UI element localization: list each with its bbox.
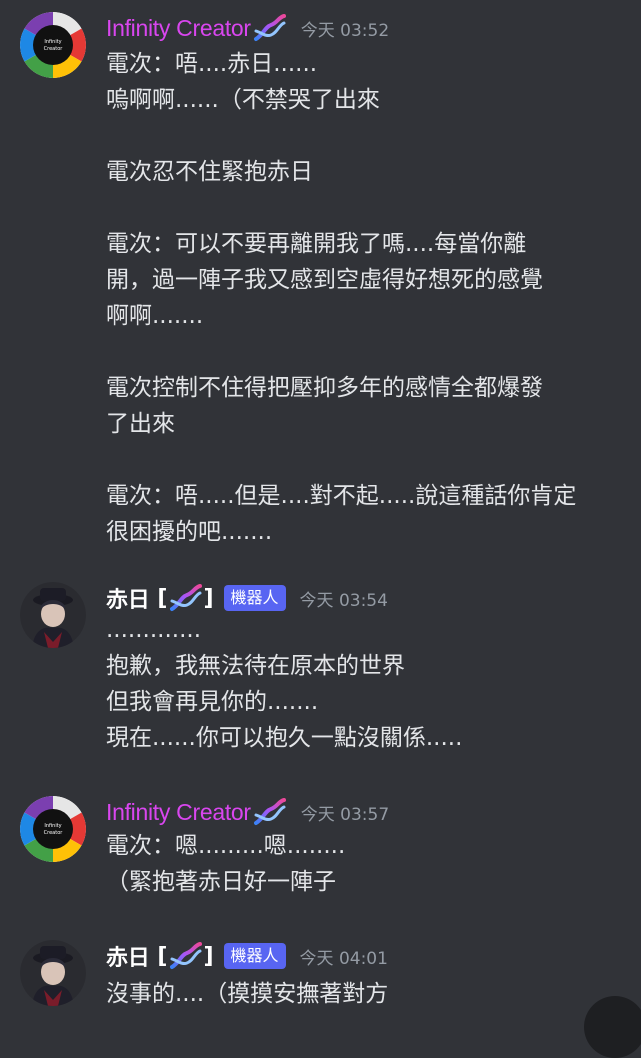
message-line: [106, 190, 626, 226]
message-line: [106, 334, 626, 370]
message-header: 赤日 [ ] 機器人 今天 04:01: [106, 940, 388, 972]
message-line: 現在......你可以抱久一點沒關係.....: [106, 725, 463, 751]
message-line: （緊抱著赤日好一陣子: [106, 869, 336, 895]
svg-text:Creator: Creator: [44, 46, 64, 52]
timestamp: 今天 03:57: [300, 804, 390, 825]
message-line: 但我會再見你的.......: [106, 689, 319, 715]
message-line: 電次控制不住得把壓抑多年的感情全都爆發: [106, 375, 543, 401]
dna-icon: [253, 14, 286, 41]
message-header: Infinity Creator 今天 03:57: [106, 796, 389, 828]
bracket-close: ]: [203, 585, 214, 611]
bot-tag: 機器人: [223, 943, 286, 969]
author-name[interactable]: Infinity Creator: [106, 799, 251, 826]
message-body: 沒事的....（摸摸安撫著對方: [106, 976, 626, 1012]
scroll-button[interactable]: [584, 996, 641, 1058]
author-name[interactable]: 赤日: [106, 940, 150, 972]
svg-text:Infinity: Infinity: [44, 823, 61, 829]
message-body: 電次：嗯.........嗯........ （緊抱著赤日好一陣子: [106, 828, 626, 900]
message-line: 開，過一陣子我又感到空虛得好想死的感覺: [106, 267, 543, 293]
character-avatar-icon: [20, 940, 86, 1006]
color-wheel-avatar-icon: Infinity Creator: [20, 796, 86, 862]
message-line: 抱歉，我無法待在原本的世界: [106, 653, 405, 679]
message-line: 電次：嗯.........嗯........: [106, 833, 346, 859]
character-avatar-icon: [20, 582, 86, 648]
author-name[interactable]: Infinity Creator: [106, 15, 251, 42]
bot-tag: 機器人: [223, 585, 286, 611]
message-line: [106, 118, 626, 154]
avatar[interactable]: [20, 940, 86, 1006]
message-line: [106, 442, 626, 478]
bracket-open: [: [157, 585, 168, 611]
avatar[interactable]: Infinity Creator: [20, 12, 86, 78]
timestamp: 今天 03:52: [300, 20, 390, 41]
timestamp: 今天 03:54: [299, 590, 388, 611]
message-line: 沒事的....（摸摸安撫著對方: [106, 981, 389, 1007]
message-line: 很困擾的吧.......: [106, 519, 273, 545]
avatar[interactable]: [20, 582, 86, 648]
message-body: 電次：唔....赤日...... 嗚啊啊......（不禁哭了出來 電次忍不住緊…: [106, 46, 626, 550]
message-line: 電次：唔....赤日......: [106, 51, 318, 77]
message-header: 赤日 [ ] 機器人 今天 03:54: [106, 582, 388, 614]
message-line: 電次：唔.....但是....對不起.....說這種話你肯定: [106, 483, 577, 509]
timestamp: 今天 04:01: [299, 948, 388, 969]
svg-text:Creator: Creator: [44, 830, 64, 836]
message-line: 嗚啊啊......（不禁哭了出來: [106, 87, 380, 113]
dna-icon: [170, 584, 203, 611]
message-line: 電次：可以不要再離開我了嗎....每當你離: [106, 231, 527, 257]
bracket-close: ]: [203, 943, 214, 969]
bracket-open: [: [157, 943, 168, 969]
dna-icon: [253, 798, 286, 825]
message-line: 啊啊.......: [106, 303, 204, 329]
dna-icon: [170, 942, 203, 969]
message-line: 電次忍不住緊抱赤日: [106, 159, 313, 185]
message-line: .............: [106, 617, 202, 643]
svg-text:Infinity: Infinity: [44, 39, 61, 45]
color-wheel-avatar-icon: Infinity Creator: [20, 12, 86, 78]
message-body: ............. 抱歉，我無法待在原本的世界 但我會再見你的.....…: [106, 612, 626, 756]
avatar[interactable]: Infinity Creator: [20, 796, 86, 862]
author-name[interactable]: 赤日: [106, 582, 150, 614]
message-line: 了出來: [106, 411, 175, 437]
message-header: Infinity Creator 今天 03:52: [106, 12, 389, 44]
